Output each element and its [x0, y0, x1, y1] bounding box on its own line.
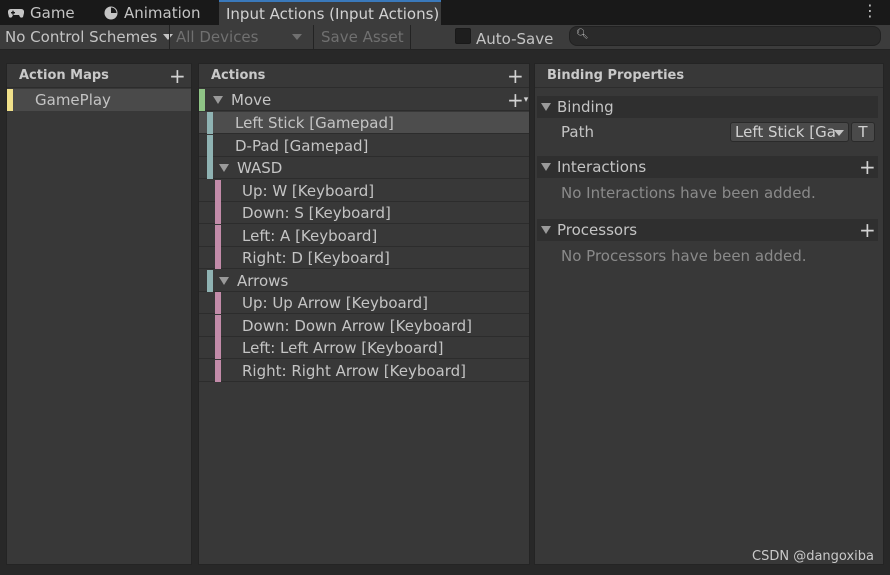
devices-label: All Devices: [176, 28, 259, 46]
add-binding-icon[interactable]: +▾: [507, 90, 528, 110]
path-value: Left Stick [Ga: [735, 123, 836, 141]
part-row[interactable]: Left: A [Keyboard]: [199, 225, 529, 247]
tab-animation[interactable]: Animation: [104, 0, 200, 25]
action-map-color-bar: [7, 89, 13, 111]
binding-properties-header: Binding Properties: [535, 64, 883, 88]
tab-input-actions-label: Input Actions (Input Actions): [226, 4, 440, 23]
binding-label: D-Pad [Gamepad]: [235, 136, 369, 155]
auto-save-checkbox[interactable]: [455, 28, 471, 44]
action-row-move[interactable]: Move: [199, 89, 529, 111]
binding-color-bar: [207, 157, 213, 179]
tab-game[interactable]: Game: [8, 0, 75, 25]
path-dropdown[interactable]: Left Stick [Ga: [730, 122, 849, 142]
binding-properties-title: Binding Properties: [547, 68, 685, 83]
binding-section-header[interactable]: Binding: [537, 96, 878, 118]
part-row[interactable]: Up: W [Keyboard]: [199, 180, 529, 202]
composite-row-arrows[interactable]: Arrows: [199, 270, 529, 292]
expand-triangle-icon[interactable]: [219, 276, 229, 285]
binding-color-bar: [207, 270, 213, 292]
tab-game-label: Game: [30, 3, 75, 22]
collapse-triangle-icon[interactable]: [541, 226, 551, 234]
part-color-bar: [215, 360, 221, 382]
add-action-map-icon[interactable]: +: [169, 66, 186, 86]
watermark: CSDN @dangoxiba: [752, 549, 874, 564]
part-color-bar: [215, 292, 221, 314]
t-mode-button[interactable]: T: [851, 122, 875, 142]
actions-header: Actions: [199, 64, 529, 88]
part-label: Up: Up Arrow [Keyboard]: [242, 293, 429, 312]
collapse-triangle-icon[interactable]: [541, 163, 551, 171]
binding-section-label: Binding: [557, 98, 614, 116]
part-row[interactable]: Down: S [Keyboard]: [199, 202, 529, 224]
toolbar-divider: [313, 25, 314, 49]
interactions-section-label: Interactions: [557, 158, 647, 176]
action-maps-panel: Action Maps + GamePlay: [6, 63, 192, 565]
part-label: Right: D [Keyboard]: [242, 248, 390, 267]
collapse-triangle-icon[interactable]: [541, 103, 551, 111]
part-row[interactable]: Right: Right Arrow [Keyboard]: [199, 360, 529, 382]
composite-row-wasd[interactable]: WASD: [199, 157, 529, 179]
save-asset-button[interactable]: Save Asset: [321, 26, 404, 48]
search-icon: 🔍︎: [576, 29, 589, 40]
animation-icon: [104, 6, 118, 19]
processors-section-label: Processors: [557, 221, 638, 239]
add-action-icon[interactable]: +: [507, 66, 524, 86]
add-processor-icon[interactable]: +: [859, 220, 876, 240]
composite-label: Arrows: [237, 271, 289, 290]
auto-save-label: Auto-Save: [476, 30, 554, 48]
chevron-down-icon: [834, 130, 844, 136]
save-asset-label: Save Asset: [321, 28, 404, 46]
action-maps-title: Action Maps: [19, 68, 109, 83]
actions-panel: Actions + Move +▾ Left Stick [Gamepad] D…: [198, 63, 530, 565]
tab-animation-label: Animation: [124, 3, 201, 22]
action-label: Move: [231, 90, 272, 109]
action-map-item-gameplay[interactable]: GamePlay: [7, 89, 191, 111]
part-row[interactable]: Down: Down Arrow [Keyboard]: [199, 315, 529, 337]
part-label: Down: Down Arrow [Keyboard]: [242, 316, 473, 335]
action-color-bar: [199, 89, 205, 111]
toolbar-divider: [410, 25, 411, 49]
part-color-bar: [215, 315, 221, 337]
part-label: Left: Left Arrow [Keyboard]: [242, 338, 444, 357]
composite-label: WASD: [237, 158, 283, 177]
binding-label: Left Stick [Gamepad]: [235, 113, 394, 132]
tab-input-actions[interactable]: Input Actions (Input Actions): [219, 0, 441, 25]
binding-color-bar: [207, 112, 213, 134]
part-label: Down: S [Keyboard]: [242, 203, 391, 222]
gamepad-icon: [8, 8, 24, 18]
action-maps-header: Action Maps: [7, 64, 191, 88]
part-row[interactable]: Right: D [Keyboard]: [199, 247, 529, 269]
part-row[interactable]: Left: Left Arrow [Keyboard]: [199, 337, 529, 359]
part-color-bar: [215, 180, 221, 202]
add-interaction-icon[interactable]: +: [859, 157, 876, 177]
toolbar-divider: [169, 25, 170, 49]
chevron-down-icon: [292, 34, 302, 40]
path-label: Path: [561, 123, 594, 141]
part-color-bar: [215, 247, 221, 269]
part-color-bar: [215, 337, 221, 359]
part-label: Right: Right Arrow [Keyboard]: [242, 361, 467, 380]
expand-triangle-icon[interactable]: [219, 163, 229, 172]
control-scheme-dropdown[interactable]: No Control Schemes: [5, 26, 174, 48]
devices-dropdown[interactable]: All Devices: [176, 26, 304, 48]
search-input[interactable]: 🔍︎: [569, 26, 881, 46]
part-row[interactable]: Up: Up Arrow [Keyboard]: [199, 292, 529, 314]
processors-empty-text: No Processors have been added.: [561, 247, 807, 265]
processors-section-header[interactable]: Processors: [537, 219, 878, 241]
interactions-empty-text: No Interactions have been added.: [561, 184, 816, 202]
action-map-label: GamePlay: [35, 91, 111, 109]
interactions-section-header[interactable]: Interactions: [537, 156, 878, 178]
binding-row-dpad[interactable]: D-Pad [Gamepad]: [199, 135, 529, 157]
part-color-bar: [215, 225, 221, 247]
binding-color-bar: [207, 135, 213, 157]
t-button-label: T: [858, 123, 868, 141]
part-label: Up: W [Keyboard]: [242, 181, 375, 200]
actions-title: Actions: [211, 68, 266, 83]
part-label: Left: A [Keyboard]: [242, 226, 378, 245]
more-options-icon[interactable]: ⋮: [862, 3, 878, 19]
control-scheme-label: No Control Schemes: [5, 28, 158, 46]
part-color-bar: [215, 202, 221, 224]
binding-row-left-stick[interactable]: Left Stick [Gamepad]: [199, 112, 529, 134]
expand-triangle-icon[interactable]: [213, 95, 223, 104]
